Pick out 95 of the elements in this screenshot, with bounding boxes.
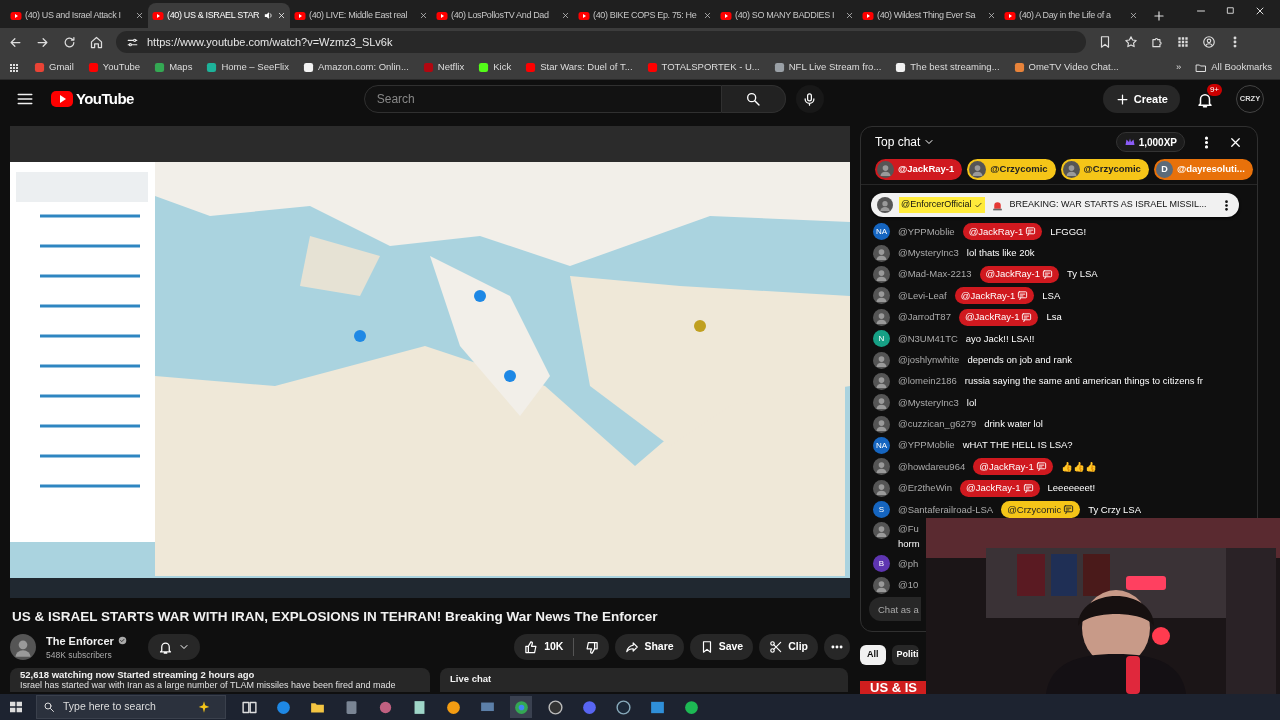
avatar-icon: B (873, 555, 890, 573)
logo-text[interactable]: YouTube (76, 87, 134, 111)
avatar-icon: N (873, 330, 890, 348)
bookmark[interactable]: Netflix (422, 60, 465, 75)
browser-tab[interactable]: (40) BIKE COPS Ep. 75: He (574, 3, 716, 28)
create-button[interactable]: Create (1102, 85, 1180, 113)
avatar-icon: S (873, 501, 890, 519)
mention-tag[interactable]: @JackRay-1 (954, 287, 1035, 305)
bookmark[interactable]: Maps (154, 60, 193, 75)
chat-message: drink water lol (984, 417, 1043, 432)
chat-message: russia saying the same anti american things to citizens fr (964, 374, 1203, 389)
chat-author[interactable]: @10 (898, 577, 919, 593)
chat-message: Leeeeeeet! (1047, 481, 1096, 496)
chat-author[interactable]: @Santaferailroad-LSA (898, 502, 994, 517)
browser-tab[interactable]: (40) LosPollosTV And Dad (432, 3, 574, 28)
address-bar[interactable]: https://www.youtube.com/watch?v=Wzmz3_SLv6k (116, 31, 1086, 53)
channel-name[interactable]: The Enforcer (46, 632, 114, 650)
mention-tag[interactable]: @JackRay-1 (973, 458, 1053, 476)
chat-author[interactable]: @MysteryInc3 (898, 395, 959, 410)
search-field[interactable]: Search (363, 85, 722, 113)
chat-message: Ty Crzy LSA (1088, 502, 1141, 517)
bookmark[interactable]: YouTube (87, 60, 141, 75)
description-text: Israel has started war with Iran as a large number of TLAM missiles have been fired and made (20, 680, 397, 692)
pinned-message[interactable]: @EnforcerOfficial BREAKING: WAR STARTS AS ISRAEL MISSIL... (871, 193, 1239, 217)
chat-author[interactable]: @howdareu964 (898, 459, 966, 475)
chat-author[interactable]: @YPPMoblie (898, 438, 955, 453)
filter-chip[interactable]: All (860, 645, 886, 665)
bookmark[interactable]: OmeTV Video Chat... (1013, 60, 1119, 75)
chat-message: 👍👍👍 (1060, 459, 1097, 474)
chat-message: depends on job and rank (967, 352, 1072, 367)
chat-author[interactable]: @YPPMoblie (898, 224, 955, 239)
chat-author[interactable]: @N3UM41TC (898, 331, 958, 346)
chat-message: wHAT THE HELL IS LSA? (962, 438, 1073, 453)
browser-tab[interactable]: (40) US & ISRAEL STAR (148, 3, 290, 28)
chat-author[interactable]: @JarrodT87 (898, 310, 951, 325)
banner-text: US & IS (860, 681, 927, 695)
chat-message: Lsa (1046, 310, 1062, 325)
taskbar-search-box[interactable]: Type here to search (36, 695, 226, 719)
chat-message: LSA (1042, 288, 1061, 303)
mention-tag[interactable]: @JackRay-1 (979, 265, 1060, 283)
chat-author[interactable]: @Fu (898, 522, 920, 537)
clip-button[interactable]: Clip (759, 634, 818, 661)
chat-author[interactable]: @ph (898, 556, 919, 571)
ticker-chip[interactable]: @Crzycomic (1060, 159, 1149, 180)
bookmark[interactable]: Star Wars: Duel of T... (525, 60, 633, 75)
bookmark[interactable]: NFL Live Stream fro... (773, 60, 882, 75)
browser-tab[interactable]: (40) A Day in the Life of a (1000, 3, 1142, 28)
subscriber-count: 548K subscribers (46, 649, 113, 662)
chat-input[interactable]: Chat as a (869, 597, 921, 621)
chat-author[interactable]: @joshlynwhite (898, 352, 960, 368)
bookmark[interactable]: Kick (478, 60, 512, 75)
bookmark[interactable]: Home – SeeFlix (206, 60, 289, 75)
chat-author[interactable]: @Mad-Max-2213 (898, 267, 972, 282)
video-title: US & ISRAEL STARTS WAR WITH IRAN, EXPLOSIONS IN TEHRAN! Breaking War News The Enforcer (12, 608, 659, 626)
bookmark[interactable]: Gmail (34, 60, 74, 75)
chat-message: lol thats like 20k (966, 245, 1035, 260)
chat-message: horm (898, 536, 920, 551)
pinned-text: BREAKING: WAR STARTS AS ISRAEL MISSIL... (1009, 198, 1207, 212)
chat-author[interactable]: @MysteryInc3 (898, 245, 959, 261)
notification-count: 9+ (1206, 84, 1222, 96)
all-bookmarks-link[interactable]: All Bookmarks (1195, 60, 1272, 75)
mention-tag[interactable]: @JackRay-1 (962, 223, 1043, 241)
xp-badge[interactable]: 1,000XP (1115, 132, 1185, 152)
ticker-chip[interactable]: @JackRay-1 (875, 159, 963, 180)
taskbar-search-field[interactable]: Type here to search (61, 698, 191, 716)
avatar-icon: NA (873, 223, 890, 241)
mention-tag[interactable]: @Crzycomic (1001, 501, 1081, 519)
avatar-icon: NA (873, 437, 890, 455)
live-chat-label: Live chat (450, 673, 493, 685)
chat-author[interactable]: @Levi-Leaf (898, 288, 947, 303)
chat-message: Ty LSA (1067, 267, 1098, 282)
bookmark[interactable]: Amazon.com: Onlin... (303, 60, 409, 75)
chat-author[interactable]: @cuzzican_g6279 (898, 417, 977, 432)
chat-message: lol (966, 395, 977, 410)
filter-chip[interactable]: Politi (891, 645, 919, 665)
more-bookmarks-button[interactable]: » (1176, 60, 1182, 75)
stream-stats: 52,618 watching now Started streaming 2 hours ago (20, 669, 256, 681)
share-button[interactable]: Share (615, 634, 684, 661)
bookmark[interactable]: TOTALSPORTEK - U... (646, 60, 760, 75)
browser-tab[interactable]: (40) SO MANY BADDIES I (716, 3, 858, 28)
ticker-chip[interactable]: D @dayresoluti... (1153, 159, 1253, 180)
browser-tab[interactable]: (40) LIVE: Middle East real (290, 3, 432, 28)
browser-tab[interactable]: (40) Wildest Thing Ever Sa (858, 3, 1000, 28)
ticker-chip[interactable]: @Crzycomic (967, 159, 1056, 180)
mention-tag[interactable]: @JackRay-1 (958, 308, 1039, 326)
chat-mode-dropdown[interactable]: Top chat (875, 133, 936, 151)
chat-message: ayo Jack!! LSA!! (965, 331, 1035, 346)
mention-tag[interactable]: @JackRay-1 (960, 479, 1040, 497)
browser-tab[interactable]: (40) US and Israel Attack I (6, 3, 148, 28)
chat-message: LFGGG! (1050, 224, 1087, 239)
chat-author[interactable]: @Er2theWin (898, 481, 952, 496)
chat-author[interactable]: @lomein2186 (898, 374, 957, 389)
description-box[interactable]: 52,618 watching now Started streaming 2 hours ago Israel has started war with Iran as a large number of TLAM missiles have been fired and made (10, 668, 430, 693)
save-button[interactable]: Save (689, 634, 754, 661)
bookmark[interactable]: The best streaming... (895, 60, 1000, 75)
